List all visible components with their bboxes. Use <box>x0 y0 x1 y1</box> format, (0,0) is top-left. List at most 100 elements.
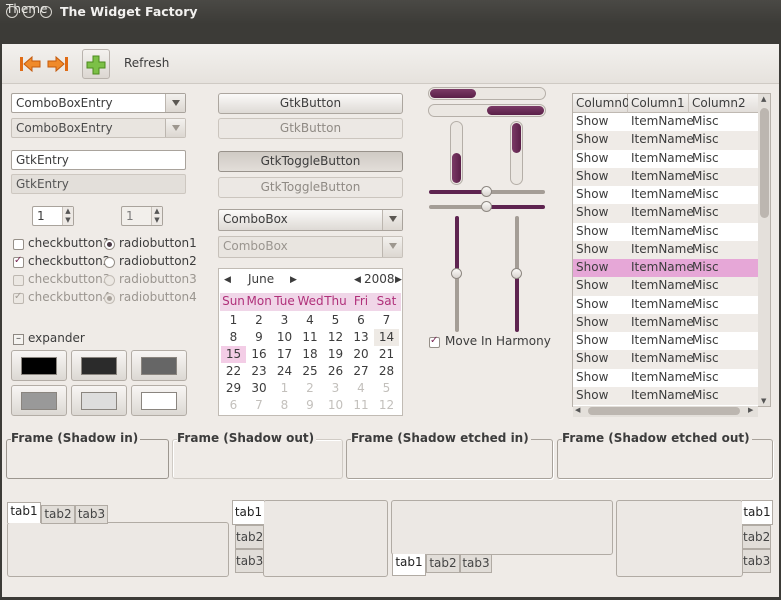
table-row[interactable]: Show ItemName Misc <box>573 296 759 314</box>
checkbutton2-box[interactable] <box>13 255 24 268</box>
table-row[interactable]: Show ItemName Misc <box>573 386 759 405</box>
tree-vertical-scroll-thumb[interactable] <box>760 108 769 218</box>
calendar-day[interactable]: 26 <box>323 363 348 380</box>
scroll-left-icon[interactable]: ◀ <box>575 406 580 414</box>
prev-year-icon[interactable]: ◀ <box>354 275 361 285</box>
add-button[interactable] <box>82 49 110 79</box>
refresh-button[interactable]: Refresh <box>124 56 169 70</box>
calendar-day[interactable]: 20 <box>349 346 374 363</box>
calendar-day[interactable]: 4 <box>349 380 374 397</box>
notebook-bottom-tab1[interactable]: tab1 <box>392 554 426 576</box>
checkbutton1-label[interactable]: checkbutton1 <box>28 236 110 250</box>
calendar-day[interactable]: 5 <box>323 312 348 329</box>
color-button-3[interactable] <box>131 350 187 381</box>
calendar-day[interactable]: 22 <box>221 363 246 380</box>
calendar-day[interactable]: 6 <box>349 312 374 329</box>
vscale-1-handle[interactable] <box>451 268 462 279</box>
calendar-day[interactable]: 3 <box>272 312 297 329</box>
radiobutton2-label[interactable]: radiobutton2 <box>119 254 197 268</box>
notebook-top-tab1[interactable]: tab1 <box>7 502 41 523</box>
calendar-day[interactable]: 17 <box>272 346 297 363</box>
notebook-right-tab3[interactable]: tab3 <box>742 549 771 573</box>
table-row[interactable]: Show ItemName Misc <box>573 259 759 278</box>
go-last-button[interactable] <box>44 49 74 79</box>
expander-collapse-icon[interactable]: – <box>13 334 24 345</box>
scroll-right-icon[interactable]: ▶ <box>748 406 753 414</box>
calendar-day[interactable]: 10 <box>323 397 348 414</box>
chevron-down-icon[interactable] <box>382 210 402 230</box>
table-row[interactable]: Show ItemName Misc <box>573 186 759 204</box>
calendar-day[interactable]: 27 <box>349 363 374 380</box>
table-row[interactable]: Show ItemName Misc <box>573 167 759 186</box>
calendar-day[interactable]: 12 <box>323 329 348 346</box>
color-button-5[interactable] <box>71 385 127 416</box>
scroll-down-icon[interactable]: ▼ <box>761 397 766 405</box>
notebook-right-tab2[interactable]: tab2 <box>742 525 771 549</box>
calendar-day[interactable]: 25 <box>298 363 323 380</box>
color-button-1[interactable] <box>11 350 67 381</box>
gtk-toggle-button[interactable]: GtkToggleButton <box>218 151 403 172</box>
notebook-left-tab1[interactable]: tab1 <box>232 500 264 525</box>
calendar-day[interactable]: 14 <box>374 329 399 346</box>
notebook-bottom-tab3[interactable]: tab3 <box>460 554 492 573</box>
go-first-button[interactable] <box>14 49 44 79</box>
radiobutton1-label[interactable]: radiobutton1 <box>119 236 197 250</box>
calendar-day[interactable]: 8 <box>272 397 297 414</box>
calendar-day[interactable]: 2 <box>247 312 272 329</box>
tree-horizontal-scroll-thumb[interactable] <box>588 407 740 415</box>
calendar-day[interactable]: 4 <box>298 312 323 329</box>
table-row[interactable]: Show ItemName Misc <box>573 113 759 131</box>
notebook-right-tab1[interactable]: tab1 <box>742 500 773 525</box>
table-row[interactable]: Show ItemName Misc <box>573 240 759 259</box>
calendar-day[interactable]: 7 <box>374 312 399 329</box>
notebook-bottom-tab2[interactable]: tab2 <box>426 554 460 573</box>
calendar-day[interactable]: 6 <box>221 397 246 414</box>
calendar-day[interactable]: 5 <box>374 380 399 397</box>
calendar-day[interactable]: 2 <box>298 380 323 397</box>
tree-view[interactable]: Column0 Column1 Column2 Show ItemName Misc… <box>572 93 771 407</box>
calendar-day[interactable]: 24 <box>272 363 297 380</box>
column-header-1[interactable]: Column1 <box>628 94 689 113</box>
move-in-harmony-checkbox[interactable] <box>429 335 440 348</box>
column-header-0[interactable]: Column0 <box>573 94 630 113</box>
calendar-day[interactable]: 9 <box>247 329 272 346</box>
notebook-left-tab3[interactable]: tab3 <box>235 549 264 573</box>
next-month-icon[interactable]: ▶ <box>290 275 297 285</box>
combobox-entry[interactable]: ComboBoxEntry <box>11 93 186 113</box>
notebook-top-tab2[interactable]: tab2 <box>41 505 75 524</box>
calendar-day[interactable]: 16 <box>247 346 272 363</box>
calendar-day[interactable]: 8 <box>221 329 246 346</box>
calendar-day[interactable]: 7 <box>247 397 272 414</box>
radiobutton2-circle[interactable] <box>104 257 115 268</box>
calendar-day[interactable]: 3 <box>323 380 348 397</box>
expander-label[interactable]: expander <box>28 331 85 345</box>
menu-theme[interactable]: Theme <box>6 2 47 16</box>
calendar-day[interactable]: 18 <box>298 346 323 363</box>
combobox[interactable]: ComboBox <box>218 209 403 231</box>
checkbutton2-label[interactable]: checkbutton2 <box>28 254 110 268</box>
calendar-day[interactable]: 30 <box>247 380 272 397</box>
spin-arrows-icon[interactable]: ▲ ▼ <box>62 207 73 225</box>
chevron-down-icon[interactable] <box>165 94 185 112</box>
calendar-day[interactable]: 1 <box>272 380 297 397</box>
calendar-day[interactable]: 1 <box>221 312 246 329</box>
scroll-up-icon[interactable]: ▲ <box>761 95 766 103</box>
table-row[interactable]: Show ItemName Misc <box>573 369 759 387</box>
color-button-6[interactable] <box>131 385 187 416</box>
table-row[interactable]: Show ItemName Misc <box>573 332 759 350</box>
color-button-2[interactable] <box>71 350 127 381</box>
calendar-day[interactable]: 12 <box>374 397 399 414</box>
calendar[interactable]: ◀ June ▶ ◀ 2008 ▶ Sun Mon Tue Wed Thu Fri Sat 1… <box>218 268 403 416</box>
table-row[interactable]: Show ItemName Misc <box>573 150 759 168</box>
table-row[interactable]: Show ItemName Misc <box>573 277 759 296</box>
next-year-icon[interactable]: ▶ <box>395 275 402 285</box>
radiobutton1-circle[interactable] <box>104 239 115 250</box>
hscale-2-handle[interactable] <box>481 201 492 212</box>
notebook-top-tab3[interactable]: tab3 <box>75 505 108 524</box>
checkbutton1-box[interactable] <box>13 239 24 250</box>
calendar-day[interactable]: 23 <box>247 363 272 380</box>
table-row[interactable]: Show ItemName Misc <box>573 204 759 223</box>
move-in-harmony-label[interactable]: Move In Harmony <box>445 334 551 348</box>
table-row[interactable]: Show ItemName Misc <box>573 223 759 241</box>
calendar-day[interactable]: 29 <box>221 380 246 397</box>
